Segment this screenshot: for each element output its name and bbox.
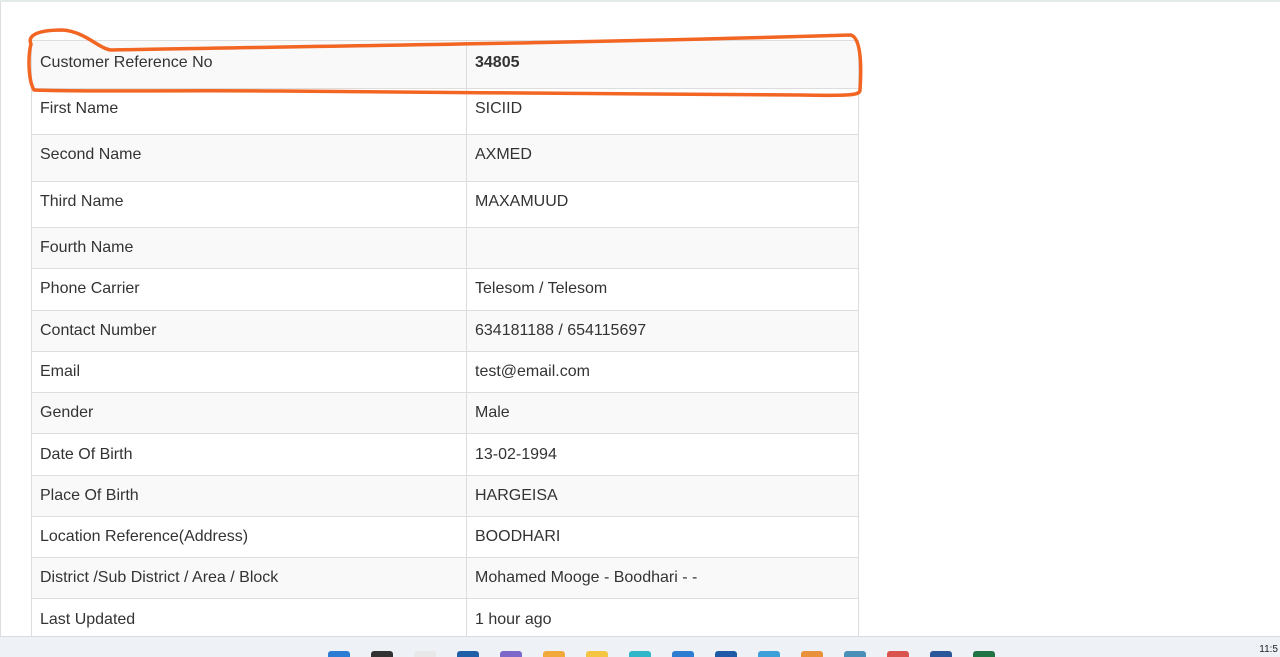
excel-icon[interactable]: [973, 651, 995, 657]
phone-carrier-value: Telesom / Telesom: [466, 268, 859, 311]
email-value: test@email.com: [466, 351, 859, 393]
customer-details-table: Customer Reference No 34805 First Name S…: [31, 40, 859, 641]
table-row: Fourth Name: [31, 227, 859, 269]
table-row: Email test@email.com: [31, 351, 859, 393]
search-icon[interactable]: [371, 651, 393, 657]
package-icon[interactable]: [801, 651, 823, 657]
edge-icon[interactable]: [629, 651, 651, 657]
app-icon[interactable]: [758, 651, 780, 657]
district-area-value: Mohamed Mooge - Boodhari - -: [466, 557, 859, 599]
task-view-icon[interactable]: [457, 651, 479, 657]
third-name-value: MAXAMUUD: [466, 181, 859, 228]
word-icon[interactable]: [930, 651, 952, 657]
store-icon[interactable]: [715, 651, 737, 657]
gender-label: Gender: [31, 392, 467, 434]
table-row: Gender Male: [31, 392, 859, 434]
system-clock: 11:5: [1259, 644, 1278, 655]
customer-reference-value: 34805: [466, 40, 859, 89]
second-name-label: Second Name: [31, 134, 467, 182]
table-row: Second Name AXMED: [31, 134, 859, 182]
calendar-icon[interactable]: [887, 651, 909, 657]
contact-number-label: Contact Number: [31, 310, 467, 352]
place-of-birth-label: Place Of Birth: [31, 475, 467, 517]
left-divider: [0, 2, 1, 636]
second-name-value: AXMED: [466, 134, 859, 182]
first-name-label: First Name: [31, 88, 467, 135]
place-of-birth-value: HARGEISA: [466, 475, 859, 517]
district-area-label: District /Sub District / Area / Block: [31, 557, 467, 599]
paint-icon[interactable]: [543, 651, 565, 657]
table-row: District /Sub District / Area / Block Mo…: [31, 557, 859, 599]
table-row: First Name SICIID: [31, 88, 859, 135]
location-reference-label: Location Reference(Address): [31, 516, 467, 558]
gender-value: Male: [466, 392, 859, 434]
customer-reference-label: Customer Reference No: [31, 40, 467, 89]
fourth-name-label: Fourth Name: [31, 227, 467, 269]
fourth-name-value: [466, 227, 859, 269]
table-row: Phone Carrier Telesom / Telesom: [31, 268, 859, 311]
table-row: Customer Reference No 34805: [31, 40, 859, 89]
last-updated-value: 1 hour ago: [466, 598, 859, 641]
email-label: Email: [31, 351, 467, 393]
first-name-value: SICIID: [466, 88, 859, 135]
contact-number-value: 634181188 / 654115697: [466, 310, 859, 352]
folder-icon[interactable]: [586, 651, 608, 657]
table-row: Third Name MAXAMUUD: [31, 181, 859, 228]
date-of-birth-value: 13-02-1994: [466, 433, 859, 476]
top-divider: [0, 0, 1280, 2]
table-row: Date Of Birth 13-02-1994: [31, 433, 859, 476]
location-reference-value: BOODHARI: [466, 516, 859, 558]
file-icon[interactable]: [414, 651, 436, 657]
briefcase-icon[interactable]: [672, 651, 694, 657]
chat-icon[interactable]: [500, 651, 522, 657]
windows-start-icon[interactable]: [328, 651, 350, 657]
table-row: Last Updated 1 hour ago: [31, 598, 859, 641]
windows-taskbar: 11:5: [0, 636, 1280, 657]
date-of-birth-label: Date Of Birth: [31, 433, 467, 476]
last-updated-label: Last Updated: [31, 598, 467, 641]
third-name-label: Third Name: [31, 181, 467, 228]
monitor-icon[interactable]: [844, 651, 866, 657]
table-row: Place Of Birth HARGEISA: [31, 475, 859, 517]
table-row: Location Reference(Address) BOODHARI: [31, 516, 859, 558]
phone-carrier-label: Phone Carrier: [31, 268, 467, 311]
table-row: Contact Number 634181188 / 654115697: [31, 310, 859, 352]
